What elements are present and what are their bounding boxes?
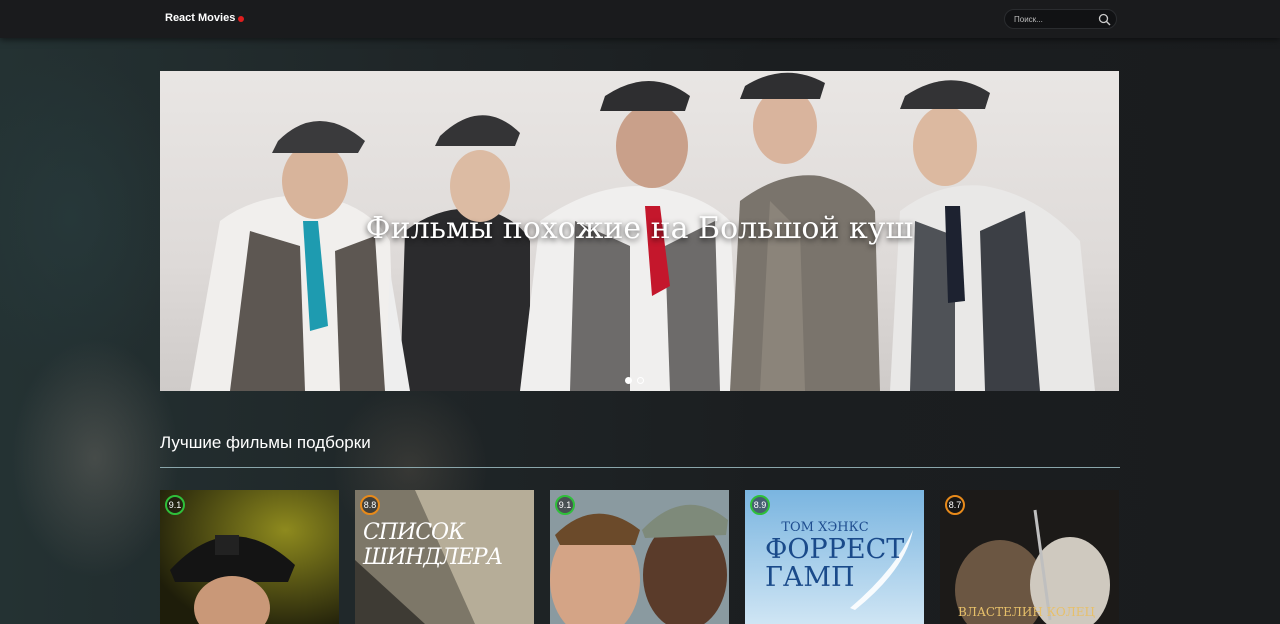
top-navbar: React Movies: [0, 0, 1280, 38]
search-icon[interactable]: [1098, 13, 1111, 26]
movie-card[interactable]: ВЛАСТЕЛИН КОЛЕЦ 8.7: [940, 490, 1119, 624]
rating-badge: 8.9: [750, 495, 770, 515]
movie-poster: [160, 490, 339, 624]
search-box: [1004, 9, 1117, 29]
section-title: Лучшие фильмы подборки: [160, 433, 371, 452]
movie-poster: [940, 490, 1119, 624]
poster-title: ВЛАСТЕЛИН КОЛЕЦ: [958, 605, 1095, 619]
rating-badge: 9.1: [165, 495, 185, 515]
movie-card[interactable]: 9.1: [160, 490, 339, 624]
movie-poster: [550, 490, 729, 624]
site-logo[interactable]: React Movies: [165, 12, 235, 24]
slider-dot[interactable]: [637, 377, 644, 384]
rating-badge: 9.1: [555, 495, 575, 515]
hero-banner[interactable]: Фильмы похожие на Большой куш: [160, 71, 1119, 391]
logo-dot-icon: [238, 16, 244, 22]
movie-card[interactable]: ТОМ ХЭНКС ФОРРЕСТ ГАМП 8.9: [745, 490, 924, 624]
rating-badge: 8.7: [945, 495, 965, 515]
poster-title: ФОРРЕСТ ГАМП: [765, 534, 905, 593]
movie-card[interactable]: 9.1: [550, 490, 729, 624]
slider-dot-active[interactable]: [625, 377, 632, 384]
hero-title: Фильмы похожие на Большой куш: [365, 211, 914, 246]
search-input[interactable]: [1014, 13, 1094, 25]
poster-subtitle: ТОМ ХЭНКС: [781, 520, 869, 535]
movie-card[interactable]: СПИСОК ШИНДЛЕРА 8.8: [355, 490, 534, 624]
section-divider: [160, 467, 1120, 468]
poster-title: СПИСОК ШИНДЛЕРА: [363, 520, 503, 570]
rating-badge: 8.8: [360, 495, 380, 515]
